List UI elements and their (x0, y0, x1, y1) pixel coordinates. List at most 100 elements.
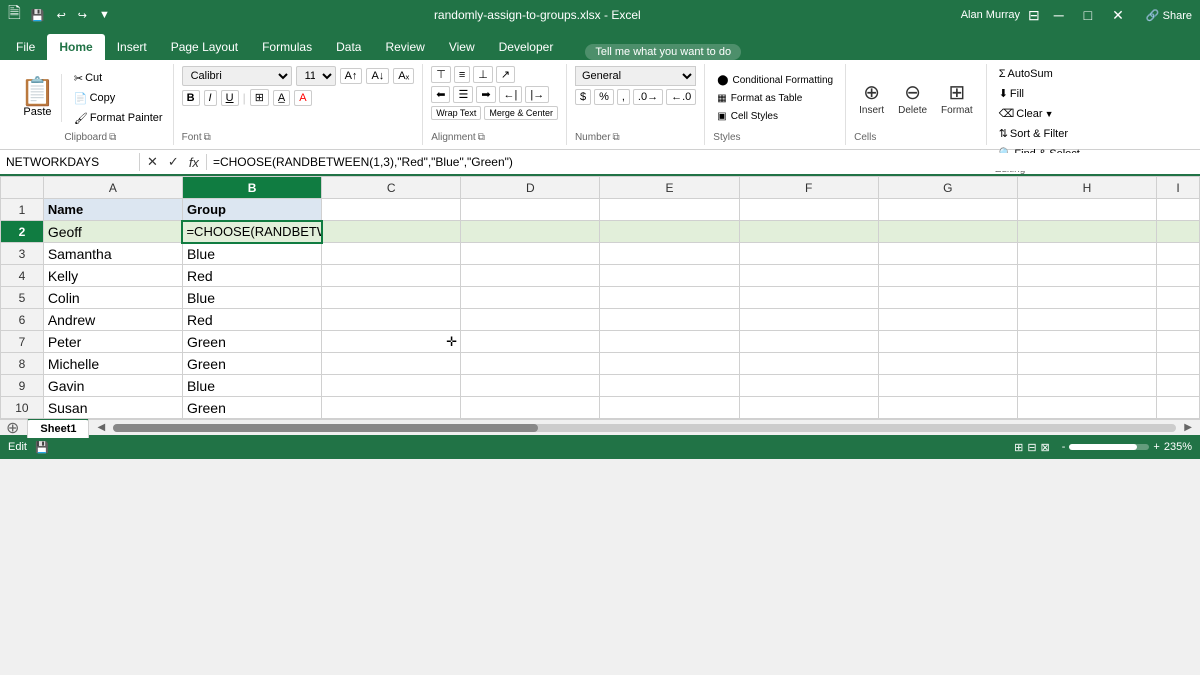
cell-A1[interactable]: Name (43, 199, 182, 221)
delete-cells-button[interactable]: ⊖ Delete (893, 77, 932, 119)
align-left-button[interactable]: ⬅ (431, 86, 450, 103)
align-bottom-button[interactable]: ⊥ (473, 66, 493, 83)
cancel-formula-button[interactable]: ✕ (144, 154, 161, 170)
cell-C9[interactable] (322, 375, 461, 397)
ribbon-display-button[interactable]: ⊟ (1028, 7, 1040, 24)
underline-button[interactable]: U (221, 90, 239, 106)
cell-C3[interactable] (322, 243, 461, 265)
cell-B3[interactable]: Blue (182, 243, 321, 265)
col-header-G[interactable]: G (878, 177, 1017, 199)
tab-review[interactable]: Review (373, 34, 436, 60)
save-button[interactable]: 💾 (27, 7, 49, 24)
cell-I2[interactable] (1157, 221, 1200, 243)
cell-A7[interactable]: Peter (43, 331, 182, 353)
cut-button[interactable]: ✂ Cut (70, 70, 167, 87)
cell-E4[interactable] (600, 265, 739, 287)
conditional-formatting-button[interactable]: ⬤ Conditional Formatting (713, 73, 837, 88)
paste-button[interactable]: 📋 Paste (14, 74, 62, 122)
col-header-B[interactable]: B (182, 177, 321, 199)
cell-I6[interactable] (1157, 309, 1200, 331)
cell-H6[interactable] (1017, 309, 1156, 331)
format-cells-button[interactable]: ⊞ Format (936, 77, 978, 119)
cell-E5[interactable] (600, 287, 739, 309)
cell-C10[interactable] (322, 397, 461, 419)
cell-B2[interactable]: =CHOOSE(RANDBETWEEN(1,3),"Red","Blue","G… (182, 221, 321, 243)
formula-input[interactable] (207, 153, 1200, 171)
cell-C7[interactable]: ✛ (322, 331, 461, 353)
col-header-D[interactable]: D (461, 177, 600, 199)
cell-I7[interactable] (1157, 331, 1200, 353)
border-button[interactable]: ⊞ (250, 89, 269, 106)
cell-F3[interactable] (739, 243, 878, 265)
comma-button[interactable]: , (617, 89, 630, 105)
customize-button[interactable]: ▼ (95, 7, 114, 23)
fill-color-button[interactable]: A̲ (273, 90, 290, 106)
number-expand-icon[interactable]: ⧉ (613, 132, 620, 143)
align-right-button[interactable]: ➡ (476, 86, 495, 103)
cell-C2[interactable] (322, 221, 461, 243)
page-layout-view-button[interactable]: ⊟ (1027, 441, 1036, 454)
zoom-out-button[interactable]: - (1062, 441, 1066, 453)
cell-A2[interactable]: Geoff (43, 221, 182, 243)
col-header-I[interactable]: I (1157, 177, 1200, 199)
scroll-thumb[interactable] (113, 424, 538, 432)
align-center-button[interactable]: ☰ (453, 86, 473, 103)
merge-center-button[interactable]: Merge & Center (484, 106, 558, 120)
format-as-table-button[interactable]: ▦ Format as Table (713, 91, 837, 106)
tab-data[interactable]: Data (324, 34, 373, 60)
dec-dec-button[interactable]: ←.0 (666, 89, 696, 105)
maximize-button[interactable]: □ (1078, 7, 1098, 23)
cell-B7[interactable]: Green (182, 331, 321, 353)
cell-H1[interactable] (1017, 199, 1156, 221)
indent-dec-button[interactable]: ←| (499, 86, 523, 103)
fill-button[interactable]: ⬇ Fill (995, 85, 1099, 102)
cell-B10[interactable]: Green (182, 397, 321, 419)
cell-E2[interactable] (600, 221, 739, 243)
tab-developer[interactable]: Developer (487, 34, 566, 60)
zoom-in-button[interactable]: + (1153, 441, 1159, 453)
page-break-view-button[interactable]: ⊠ (1041, 441, 1050, 454)
zoom-slider[interactable] (1069, 444, 1149, 450)
cell-B6[interactable]: Red (182, 309, 321, 331)
cell-styles-button[interactable]: ▣ Cell Styles (713, 109, 837, 124)
cell-F2[interactable] (739, 221, 878, 243)
cell-H7[interactable] (1017, 331, 1156, 353)
cell-G1[interactable] (878, 199, 1017, 221)
cell-G9[interactable] (878, 375, 1017, 397)
cell-E8[interactable] (600, 353, 739, 375)
cell-C1[interactable] (322, 199, 461, 221)
add-sheet-button[interactable]: ⊕ (0, 418, 25, 438)
cell-G6[interactable] (878, 309, 1017, 331)
cell-I9[interactable] (1157, 375, 1200, 397)
confirm-formula-button[interactable]: ✓ (165, 154, 182, 170)
cell-I8[interactable] (1157, 353, 1200, 375)
clear-button[interactable]: ⌫ Clear ▼ (995, 105, 1099, 122)
minimize-button[interactable]: ─ (1048, 7, 1070, 23)
clipboard-expand-icon[interactable]: ⧉ (109, 132, 116, 143)
col-header-F[interactable]: F (739, 177, 878, 199)
cell-G3[interactable] (878, 243, 1017, 265)
font-name-select[interactable]: Calibri (182, 66, 292, 86)
cell-B1[interactable]: Group (182, 199, 321, 221)
col-header-H[interactable]: H (1017, 177, 1156, 199)
cell-I5[interactable] (1157, 287, 1200, 309)
cell-D1[interactable] (461, 199, 600, 221)
cell-E9[interactable] (600, 375, 739, 397)
increase-font-button[interactable]: A↑ (340, 68, 363, 84)
cell-A3[interactable]: Samantha (43, 243, 182, 265)
font-size-select[interactable]: 11 (296, 66, 336, 86)
cell-C8[interactable] (322, 353, 461, 375)
cell-D10[interactable] (461, 397, 600, 419)
dec-inc-button[interactable]: .0→ (633, 89, 663, 105)
close-button[interactable]: ✕ (1106, 7, 1130, 24)
col-header-E[interactable]: E (600, 177, 739, 199)
cell-D3[interactable] (461, 243, 600, 265)
cell-I4[interactable] (1157, 265, 1200, 287)
insert-function-button[interactable]: fx (186, 155, 202, 170)
cell-D8[interactable] (461, 353, 600, 375)
cell-A6[interactable]: Andrew (43, 309, 182, 331)
tab-page-layout[interactable]: Page Layout (159, 34, 250, 60)
search-bar[interactable]: Tell me what you want to do (585, 44, 741, 60)
percent-button[interactable]: % (594, 89, 614, 105)
tab-file[interactable]: File (4, 34, 47, 60)
